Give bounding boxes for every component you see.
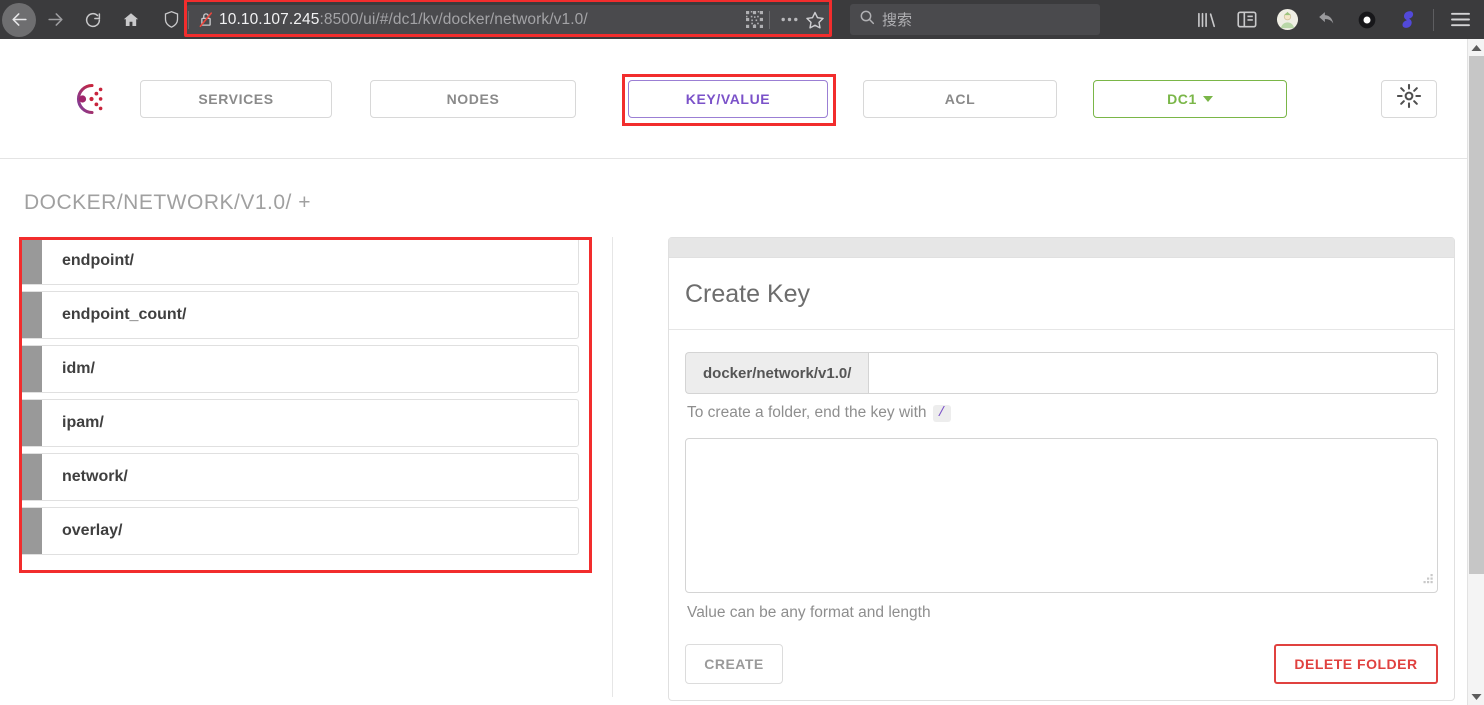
- broken-lock-icon[interactable]: [195, 10, 217, 29]
- tab-acl[interactable]: ACL: [863, 79, 1057, 118]
- address-bar[interactable]: 10.10.107.245:8500/ui/#/dc1/kv/docker/ne…: [186, 4, 832, 35]
- scroll-up-arrow-icon[interactable]: [1468, 39, 1484, 56]
- page-scrollbar[interactable]: [1467, 39, 1484, 705]
- create-key-column: Create Key docker/network/v1.0/ To creat…: [613, 237, 1467, 701]
- forward-button[interactable]: [36, 1, 74, 39]
- pocket-icon[interactable]: [1387, 0, 1427, 39]
- toolbar-divider: [1433, 8, 1434, 31]
- list-item-label: overlay/: [62, 522, 123, 539]
- list-item[interactable]: endpoint/: [19, 237, 579, 285]
- panel-header-strip: [669, 238, 1454, 258]
- bookmark-star-icon[interactable]: [802, 6, 828, 34]
- item-accent-bar: [20, 292, 42, 338]
- resize-grip-icon[interactable]: [1422, 571, 1434, 589]
- list-item-label: endpoint_count/: [62, 306, 187, 323]
- item-accent-bar: [20, 238, 42, 284]
- datacenter-label: DC1: [1167, 90, 1197, 107]
- value-help-text: Value can be any format and length: [687, 604, 931, 621]
- list-item[interactable]: endpoint_count/: [19, 291, 579, 339]
- breadcrumb[interactable]: DOCKER/NETWORK/V1.0/ +: [0, 159, 1467, 215]
- search-placeholder: 搜索: [882, 12, 913, 29]
- list-item-label: ipam/: [62, 414, 104, 431]
- list-item-label: network/: [62, 468, 128, 485]
- sidebar-icon[interactable]: [1227, 0, 1267, 39]
- item-accent-bar: [20, 346, 42, 392]
- panel-body: docker/network/v1.0/ To create a folder,…: [669, 330, 1454, 700]
- tab-services-label: SERVICES: [198, 90, 274, 107]
- url-divider-2: [769, 10, 770, 29]
- scroll-down-arrow-icon[interactable]: [1468, 688, 1484, 705]
- value-textarea[interactable]: [686, 439, 1437, 592]
- key-help-text: To create a folder, end the key with /: [685, 394, 1438, 422]
- key-help-label: To create a folder, end the key with: [687, 404, 927, 421]
- datacenter-selector[interactable]: DC1: [1093, 79, 1287, 118]
- search-input[interactable]: 搜索: [850, 4, 1100, 35]
- kv-list: endpoint/ endpoint_count/ idm/ ipam/ net…: [19, 237, 579, 555]
- item-accent-bar: [20, 454, 42, 500]
- scrollbar-thumb[interactable]: [1469, 56, 1484, 574]
- list-item[interactable]: idm/: [19, 345, 579, 393]
- key-help-code-badge: /: [932, 404, 951, 422]
- hamburger-menu-icon[interactable]: [1440, 0, 1480, 39]
- circle-icon[interactable]: [1347, 0, 1387, 39]
- create-button[interactable]: CREATE: [685, 644, 783, 684]
- list-item-label: idm/: [62, 360, 95, 377]
- undo-icon[interactable]: [1307, 0, 1347, 39]
- item-accent-bar: [20, 400, 42, 446]
- delete-folder-button[interactable]: DELETE FOLDER: [1274, 644, 1438, 684]
- tab-nodes-label: NODES: [446, 90, 500, 107]
- reload-button[interactable]: [74, 1, 112, 39]
- tab-key-value[interactable]: KEY/VALUE: [622, 73, 836, 126]
- list-item[interactable]: ipam/: [19, 399, 579, 447]
- consul-ui-page: SERVICES NODES KEY/VALUE ACL DC1 DOCKER/…: [0, 39, 1467, 705]
- url-text[interactable]: 10.10.107.245:8500/ui/#/dc1/kv/docker/ne…: [217, 11, 741, 29]
- caret-down-icon: [1202, 95, 1213, 102]
- key-prefix-addon: docker/network/v1.0/: [685, 352, 869, 394]
- account-avatar-icon[interactable]: [1267, 0, 1307, 39]
- home-button[interactable]: [112, 1, 150, 39]
- tab-nodes[interactable]: NODES: [370, 79, 576, 118]
- consul-logo[interactable]: [30, 76, 140, 122]
- library-icon[interactable]: [1187, 0, 1227, 39]
- page-actions-ellipsis-icon[interactable]: [776, 6, 802, 34]
- key-name-input[interactable]: [868, 352, 1438, 394]
- tab-key-value-label: KEY/VALUE: [685, 90, 771, 107]
- kv-list-column: endpoint/ endpoint_count/ idm/ ipam/ net…: [0, 237, 613, 697]
- main-nav-tabs: SERVICES NODES KEY/VALUE ACL DC1: [140, 73, 1437, 126]
- gear-icon: [1396, 83, 1422, 114]
- back-button[interactable]: [2, 2, 36, 37]
- url-path: :8500/ui/#/dc1/kv/docker/network/v1.0/: [319, 10, 588, 28]
- panel-title: Create Key: [669, 258, 1454, 330]
- key-input-group: docker/network/v1.0/: [685, 352, 1438, 394]
- panel-actions: CREATE DELETE FOLDER: [685, 644, 1438, 700]
- url-host: 10.10.107.245: [219, 10, 320, 28]
- list-item-label: endpoint/: [62, 252, 134, 269]
- create-button-label: CREATE: [704, 656, 764, 672]
- address-bar-container: 10.10.107.245:8500/ui/#/dc1/kv/docker/ne…: [156, 0, 832, 37]
- tab-acl-label: ACL: [944, 90, 976, 107]
- value-textarea-wrapper[interactable]: [685, 438, 1438, 593]
- search-icon: [859, 9, 875, 30]
- url-divider: [188, 10, 189, 29]
- list-item[interactable]: overlay/: [19, 507, 579, 555]
- browser-toolbar: 10.10.107.245:8500/ui/#/dc1/kv/docker/ne…: [0, 0, 1484, 39]
- settings-button[interactable]: [1381, 79, 1437, 118]
- create-key-panel: Create Key docker/network/v1.0/ To creat…: [668, 237, 1455, 701]
- qr-code-icon[interactable]: [741, 6, 767, 34]
- navigation-buttons: [0, 0, 150, 39]
- tab-services[interactable]: SERVICES: [140, 79, 332, 118]
- app-header: SERVICES NODES KEY/VALUE ACL DC1: [0, 39, 1467, 159]
- browser-toolbar-right: [1187, 0, 1484, 39]
- delete-folder-button-label: DELETE FOLDER: [1294, 656, 1418, 672]
- main-content: endpoint/ endpoint_count/ idm/ ipam/ net…: [0, 237, 1467, 701]
- list-item[interactable]: network/: [19, 453, 579, 501]
- shield-icon[interactable]: [156, 10, 186, 29]
- item-accent-bar: [20, 508, 42, 554]
